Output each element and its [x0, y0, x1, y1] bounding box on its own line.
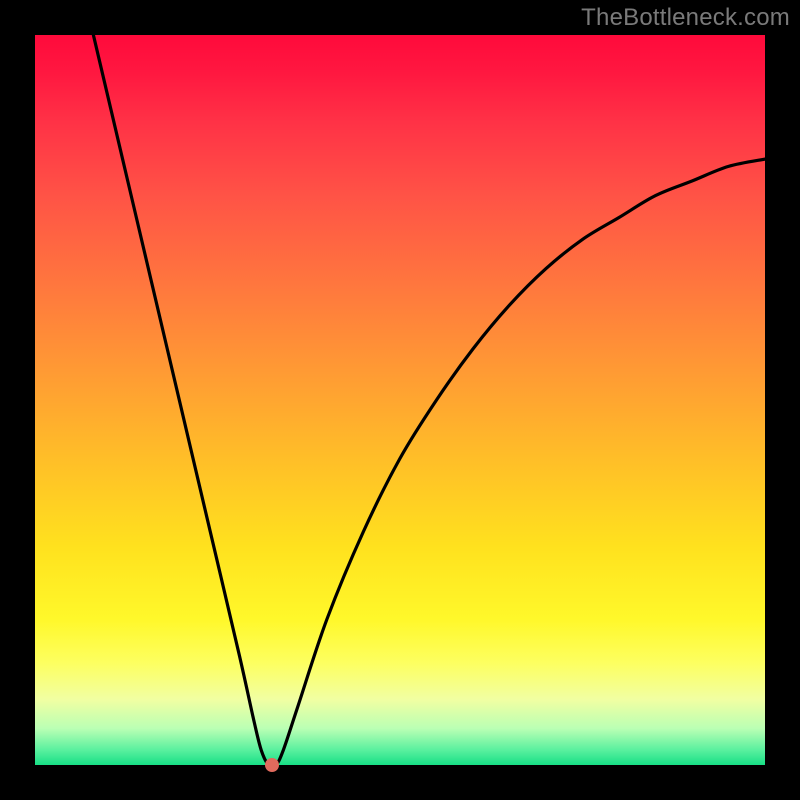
optimal-point-marker: [265, 758, 279, 772]
bottleneck-curve-svg: [35, 35, 765, 765]
chart-frame: TheBottleneck.com: [0, 0, 800, 800]
bottleneck-curve-path: [93, 35, 765, 765]
watermark-text: TheBottleneck.com: [581, 4, 790, 32]
